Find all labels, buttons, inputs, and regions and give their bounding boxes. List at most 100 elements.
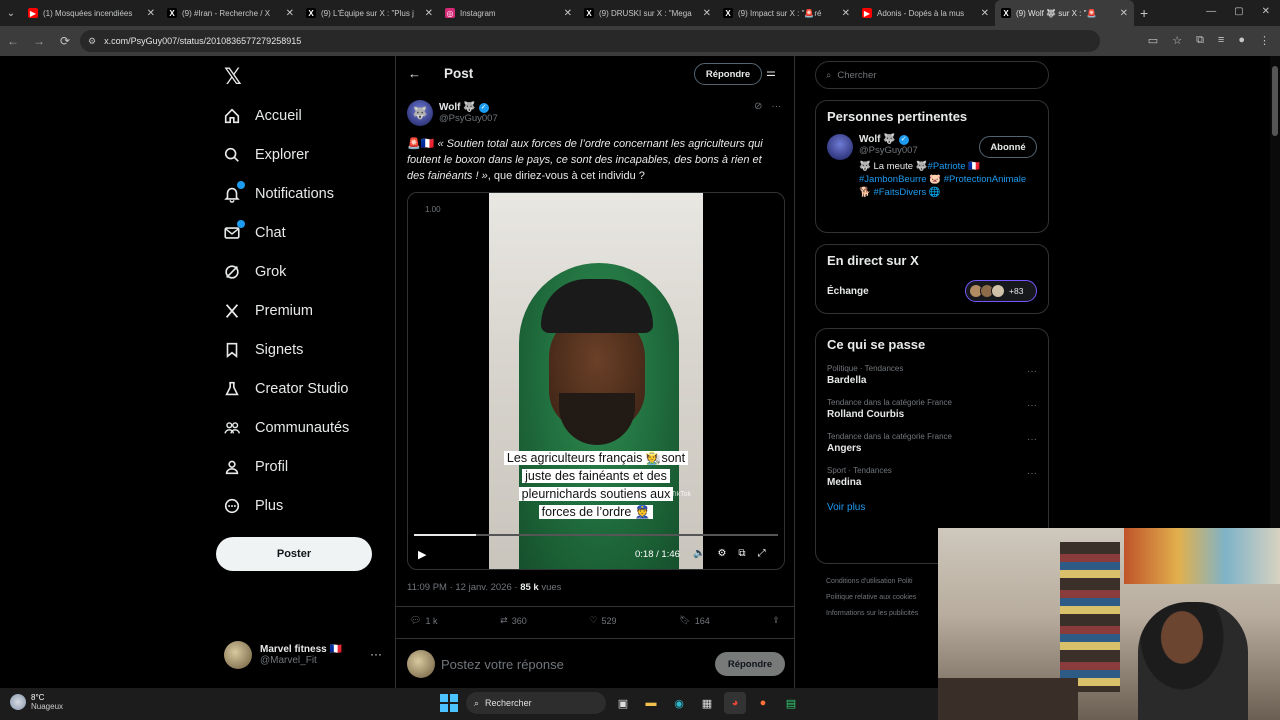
share-action[interactable]: ⇪ <box>772 615 780 626</box>
play-icon[interactable]: ▶ <box>418 548 426 561</box>
reply-pill-button[interactable]: Répondre <box>694 63 762 85</box>
browser-tab[interactable]: ◎ Instagram ✕ <box>439 0 578 26</box>
weather-widget[interactable]: 8°C Nuageux <box>10 693 63 711</box>
trend-item[interactable]: Tendance dans la catégorie France Rolland… <box>827 398 1037 420</box>
file-explorer-icon[interactable]: ▬ <box>640 692 662 714</box>
firefox-icon[interactable]: ● <box>752 692 774 714</box>
hashtag-link[interactable]: #JambonBeurre <box>859 174 927 185</box>
more-icon[interactable]: ··· <box>1027 400 1037 411</box>
browser-tab[interactable]: X (9) Impact sur X : "🚨ré ✕ <box>717 0 856 26</box>
close-tab-icon[interactable]: ✕ <box>286 8 294 19</box>
browser-tab[interactable]: X (9) DRUSKI sur X : "Mega ✕ <box>578 0 717 26</box>
cast-icon[interactable]: ▭ <box>1148 34 1158 47</box>
reload-icon[interactable]: ⟳ <box>52 34 78 48</box>
more-icon[interactable]: ··· <box>771 101 781 112</box>
forward-icon[interactable]: → <box>26 34 52 48</box>
nav-item-profil[interactable]: Profil <box>222 447 349 486</box>
nav-item-grok[interactable]: Grok <box>222 252 349 291</box>
reply-action[interactable]: 💬︎ 1 k <box>410 615 437 626</box>
video-progress-bar[interactable] <box>414 534 778 536</box>
video-player[interactable]: 1.00 Les agriculteurs français 🧑‍🌾sont j… <box>407 192 785 570</box>
trend-item[interactable]: Sport · Tendances Medina ··· <box>827 466 1037 488</box>
hashtag-link[interactable]: #FaitsDivers <box>873 187 926 198</box>
close-tab-icon[interactable]: ✕ <box>703 8 711 19</box>
browser-tab[interactable]: X (9) Wolf 🐺 sur X : "🚨 ✕ <box>995 0 1134 26</box>
tab-search-icon[interactable]: ⌄ <box>0 0 22 26</box>
more-icon[interactable]: ··· <box>370 647 382 661</box>
pip-icon[interactable]: ⧉ <box>738 548 745 559</box>
author-name[interactable]: Wolf 🐺 <box>439 102 476 113</box>
store-icon[interactable]: ▦ <box>696 692 718 714</box>
grok-icon[interactable]: ⊘ <box>754 101 762 112</box>
windows-start-icon[interactable] <box>438 692 460 714</box>
post-button[interactable]: Poster <box>216 537 372 571</box>
app-icon[interactable]: ▤ <box>780 692 802 714</box>
avatar[interactable] <box>827 134 853 160</box>
see-more-link[interactable]: Voir plus <box>827 502 1037 513</box>
listener-avatars[interactable]: +83 <box>965 280 1037 302</box>
close-tab-icon[interactable]: ✕ <box>147 8 155 19</box>
nav-item-communautés[interactable]: Communautés <box>222 408 349 447</box>
more-icon[interactable]: ··· <box>1027 434 1037 445</box>
nav-item-creator-studio[interactable]: Creator Studio <box>222 369 349 408</box>
close-tab-icon[interactable]: ✕ <box>981 8 989 19</box>
relevant-person[interactable]: Wolf 🐺 ✓ @PsyGuy007 🐺 La meute 🐺#Patriote… <box>827 134 1037 199</box>
post-author[interactable]: 🐺 Wolf 🐺 ✓ @PsyGuy007 <box>407 100 498 126</box>
reply-composer[interactable]: Postez votre réponse Répondre <box>407 650 785 678</box>
close-window-icon[interactable]: ✕ <box>1262 6 1270 17</box>
profile-icon[interactable]: ● <box>1238 34 1245 47</box>
back-icon[interactable]: ← <box>0 34 26 48</box>
close-tab-icon[interactable]: ✕ <box>425 8 433 19</box>
maximize-icon[interactable]: ▢ <box>1234 6 1243 17</box>
reply-submit-button[interactable]: Répondre <box>715 652 785 676</box>
author-avatar[interactable]: 🐺 <box>407 100 433 126</box>
author-handle[interactable]: @PsyGuy007 <box>439 113 498 124</box>
like-action[interactable]: ♡ 529 <box>589 615 616 626</box>
bookmark-action[interactable]: 🔖︎ 164 <box>679 615 709 626</box>
sidebar-icon[interactable]: ≡ <box>1218 34 1224 47</box>
nav-item-explorer[interactable]: Explorer <box>222 135 349 174</box>
chrome-icon[interactable]: ◕ <box>724 692 746 714</box>
close-tab-icon[interactable]: ✕ <box>1120 8 1128 19</box>
browser-tab[interactable]: ▶ Adonis - Dopés à la mus ✕ <box>856 0 995 26</box>
close-tab-icon[interactable]: ✕ <box>842 8 850 19</box>
fullscreen-icon[interactable]: ⤢ <box>758 548 766 559</box>
footer-link[interactable]: Conditions d'utilisation Politi <box>826 574 918 590</box>
following-button[interactable]: Abonné <box>979 136 1037 158</box>
new-tab-button[interactable]: + <box>1140 5 1148 21</box>
back-arrow-icon[interactable]: ← <box>408 66 421 81</box>
taskbar-search[interactable]: ⌕ Rechercher <box>466 692 606 714</box>
reply-input[interactable]: Postez votre réponse <box>441 657 564 672</box>
live-space[interactable]: Échange +83 <box>827 280 1037 302</box>
volume-icon[interactable]: 🔈 <box>693 548 705 559</box>
browser-tab[interactable]: X (9) L'Équipe sur X : "Plus j ✕ <box>300 0 439 26</box>
trend-item[interactable]: Politique · Tendances Bardella ··· <box>827 364 1037 386</box>
repost-action[interactable]: ⇄ 360 <box>500 615 527 626</box>
minimize-icon[interactable]: — <box>1206 6 1216 17</box>
more-icon[interactable]: ··· <box>1027 468 1037 479</box>
close-tab-icon[interactable]: ✕ <box>564 8 572 19</box>
star-icon[interactable]: ☆ <box>1172 34 1182 47</box>
nav-item-premium[interactable]: Premium <box>222 291 349 330</box>
extensions-icon[interactable]: ⧉ <box>1196 34 1204 47</box>
account-switcher[interactable]: Marvel fitness 🇫🇷 @Marvel_Fit ··· <box>224 641 382 669</box>
footer-link[interactable]: Politique relative aux cookies <box>826 590 918 606</box>
footer-link[interactable]: Informations sur les publicités <box>826 606 918 622</box>
nav-item-signets[interactable]: Signets <box>222 330 349 369</box>
post-timestamp[interactable]: 11:09 PM · 12 janv. 2026 · <box>407 582 520 593</box>
x-logo-icon[interactable]: 𝕏 <box>224 64 242 90</box>
browser-tab[interactable]: X (9) #Iran - Recherche / X ✕ <box>161 0 300 26</box>
site-info-icon[interactable]: ⚙ <box>88 36 96 47</box>
menu-icon[interactable]: ⋮ <box>1259 34 1270 47</box>
person-name[interactable]: Wolf 🐺 <box>859 134 896 145</box>
edge-icon[interactable]: ◉ <box>668 692 690 714</box>
trend-item[interactable]: Tendance dans la catégorie France Angers ·… <box>827 432 1037 454</box>
more-icon[interactable]: ··· <box>1027 366 1037 377</box>
nav-item-accueil[interactable]: Accueil <box>222 96 349 135</box>
search-input[interactable]: ⌕ Chercher <box>815 61 1049 89</box>
address-bar[interactable]: ⚙ x.com/PsyGuy007/status/201083657727925… <box>80 30 1100 52</box>
task-view-icon[interactable]: ▣ <box>612 692 634 714</box>
nav-item-notifications[interactable]: Notifications <box>222 174 349 213</box>
settings-icon[interactable]: ⚙ <box>717 548 726 559</box>
browser-tab[interactable]: ▶ (1) Mosquées incendiées ✕ <box>22 0 161 26</box>
